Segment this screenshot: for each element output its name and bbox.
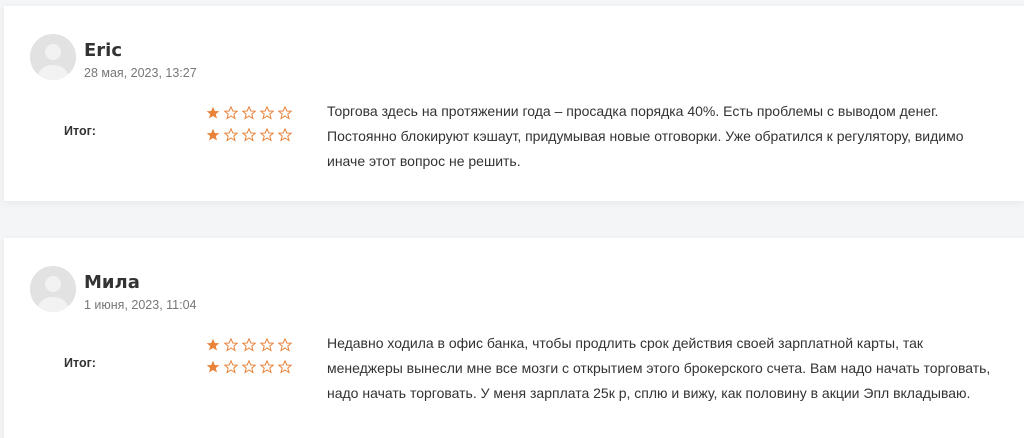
author-name: Eric — [84, 40, 123, 61]
star-rating-row — [206, 124, 306, 146]
total-label: Итог: — [64, 124, 96, 138]
star-empty-icon — [260, 360, 274, 374]
star-rating-row — [206, 334, 306, 356]
review-date: 1 июня, 2023, 11:04 — [84, 298, 197, 312]
star-empty-icon — [242, 338, 256, 352]
star-empty-icon — [224, 338, 238, 352]
user-icon — [30, 34, 76, 80]
star-rating-row — [206, 102, 306, 124]
rating-stars — [206, 334, 306, 378]
review-text: Недавно ходила в офис банка, чтобы продл… — [327, 335, 991, 401]
star-empty-icon — [224, 360, 238, 374]
star-empty-icon — [242, 360, 256, 374]
star-empty-icon — [278, 128, 292, 142]
star-filled-icon — [206, 338, 220, 351]
star-empty-icon — [242, 128, 256, 142]
star-empty-icon — [260, 106, 274, 120]
star-empty-icon — [260, 338, 274, 352]
rating-stars — [206, 102, 306, 146]
review-card: Eric 28 мая, 2023, 13:27 Итог: Торгова з… — [4, 6, 1024, 201]
author-name: Мила — [84, 272, 140, 293]
star-empty-icon — [278, 338, 292, 352]
star-empty-icon — [278, 106, 292, 120]
star-empty-icon — [224, 106, 238, 120]
star-filled-icon — [206, 128, 220, 141]
star-empty-icon — [242, 106, 256, 120]
star-rating-row — [206, 356, 306, 378]
star-filled-icon — [206, 360, 220, 373]
review-card: Мила 1 июня, 2023, 11:04 Итог: Недавно х… — [4, 238, 1024, 438]
review-text: Торгова здесь на протяжении года – проса… — [327, 103, 964, 169]
star-empty-icon — [260, 128, 274, 142]
avatar — [30, 266, 76, 312]
total-label: Итог: — [64, 356, 96, 370]
star-empty-icon — [224, 128, 238, 142]
star-filled-icon — [206, 106, 220, 119]
user-icon — [30, 266, 76, 312]
avatar — [30, 34, 76, 80]
star-empty-icon — [278, 360, 292, 374]
review-date: 28 мая, 2023, 13:27 — [84, 66, 197, 80]
